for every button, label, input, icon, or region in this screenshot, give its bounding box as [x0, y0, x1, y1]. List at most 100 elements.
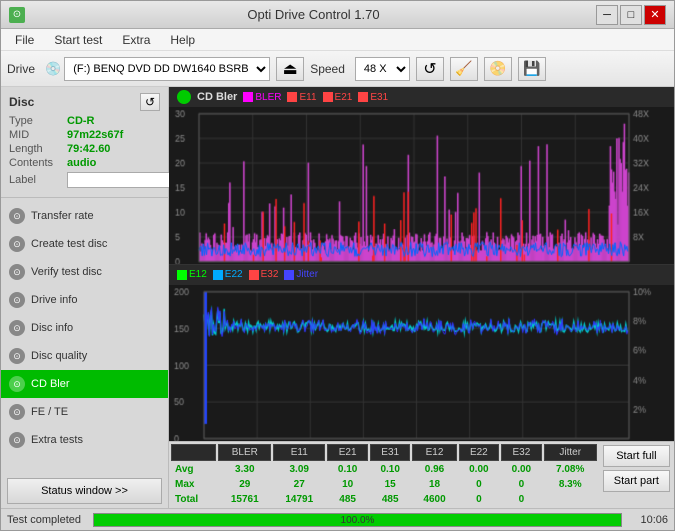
avg-e32: 0.00	[501, 463, 542, 476]
start-full-button[interactable]: Start full	[603, 445, 670, 467]
e12-label: E12	[189, 269, 207, 280]
right-panel: CD Bler BLER E11 E21	[169, 87, 674, 508]
th-e32: E32	[501, 444, 542, 461]
sidebar-item-label: Transfer rate	[31, 210, 94, 222]
menu-extra[interactable]: Extra	[112, 31, 160, 49]
menu-help[interactable]: Help	[160, 31, 205, 49]
avg-e21: 0.10	[327, 463, 368, 476]
disc-mid-label: MID	[9, 129, 67, 141]
sidebar-item-create-test-disc[interactable]: ⊙ Create test disc	[1, 230, 168, 258]
title-bar: ⊙ Opti Drive Control 1.70 ─ □ ✕	[1, 1, 674, 29]
avg-e31: 0.10	[370, 463, 411, 476]
disc-refresh-button[interactable]: ↺	[140, 93, 160, 111]
data-row: BLER E11 E21 E31 E12 E22 E32 Jitter	[169, 442, 674, 508]
disc-contents-value: audio	[67, 157, 96, 169]
e21-label: E21	[335, 92, 353, 103]
sidebar-item-drive-info[interactable]: ⊙ Drive info	[1, 286, 168, 314]
sidebar-item-label: Disc info	[31, 322, 73, 334]
chart2-canvas	[169, 285, 674, 442]
sidebar-item-extra-tests[interactable]: ⊙ Extra tests	[1, 426, 168, 454]
max-label: Max	[171, 478, 216, 491]
th-e21: E21	[327, 444, 368, 461]
sidebar: Disc ↺ Type CD-R MID 97m22s67f Length 79…	[1, 87, 169, 508]
legend-e21: E21	[323, 92, 353, 103]
maximize-button[interactable]: □	[620, 5, 642, 25]
menu-start-test[interactable]: Start test	[44, 31, 112, 49]
extra-tests-icon: ⊙	[9, 432, 25, 448]
max-e22: 0	[459, 478, 500, 491]
max-e21: 10	[327, 478, 368, 491]
max-jitter: 8.3%	[544, 478, 597, 491]
sidebar-item-cd-bler[interactable]: ⊙ CD Bler	[1, 370, 168, 398]
minimize-button[interactable]: ─	[596, 5, 618, 25]
th-e11: E11	[273, 444, 325, 461]
total-e32: 0	[501, 493, 542, 506]
e32-label: E32	[261, 269, 279, 280]
sidebar-item-disc-quality[interactable]: ⊙ Disc quality	[1, 342, 168, 370]
disc-quality-icon: ⊙	[9, 348, 25, 364]
create-test-disc-icon: ⊙	[9, 236, 25, 252]
chart1-icon	[177, 90, 191, 104]
e11-color	[287, 92, 297, 102]
max-e12: 18	[412, 478, 456, 491]
total-e22: 0	[459, 493, 500, 506]
disc-contents-label: Contents	[9, 157, 67, 169]
chart1-title: CD Bler	[197, 91, 237, 103]
max-bler: 29	[218, 478, 271, 491]
sidebar-item-disc-info[interactable]: ⊙ Disc info	[1, 314, 168, 342]
chart1-title-bar: CD Bler BLER E11 E21	[169, 87, 674, 107]
e11-label: E11	[299, 92, 316, 103]
disc-length-label: Length	[9, 143, 67, 155]
burn-button[interactable]: 📀	[484, 57, 512, 81]
sidebar-item-label: CD Bler	[31, 378, 70, 390]
fe-te-icon: ⊙	[9, 404, 25, 420]
e12-color	[177, 270, 187, 280]
legend-e32: E32	[249, 269, 279, 280]
total-bler: 15761	[218, 493, 271, 506]
menu-bar: File Start test Extra Help	[1, 29, 674, 51]
close-button[interactable]: ✕	[644, 5, 666, 25]
status-bar: Test completed 100.0% 10:06	[1, 508, 674, 530]
refresh-speed-button[interactable]: ↺	[416, 57, 444, 81]
th-empty	[171, 444, 216, 461]
disc-label-label: Label	[9, 174, 67, 186]
disc-type-value: CD-R	[67, 115, 95, 127]
cd-bler-icon: ⊙	[9, 376, 25, 392]
legend-jitter: Jitter	[284, 269, 318, 280]
erase-button[interactable]: 🧹	[450, 57, 478, 81]
disc-info-icon: ⊙	[9, 320, 25, 336]
legend-e22: E22	[213, 269, 243, 280]
verify-test-disc-icon: ⊙	[9, 264, 25, 280]
total-label: Total	[171, 493, 216, 506]
sidebar-item-label: Create test disc	[31, 238, 107, 250]
jitter-color	[284, 270, 294, 280]
start-part-button[interactable]: Start part	[603, 470, 670, 492]
legend-e11: E11	[287, 92, 316, 103]
bler-color	[243, 92, 253, 102]
chart1-canvas	[169, 107, 674, 265]
sidebar-item-label: Disc quality	[31, 350, 87, 362]
nav-items: ⊙ Transfer rate ⊙ Create test disc ⊙ Ver…	[1, 198, 168, 474]
sidebar-item-fe-te[interactable]: ⊙ FE / TE	[1, 398, 168, 426]
sidebar-item-label: FE / TE	[31, 406, 68, 418]
speed-select[interactable]: 48 X	[355, 57, 410, 81]
sidebar-item-label: Drive info	[31, 294, 77, 306]
total-e12: 4600	[412, 493, 456, 506]
sidebar-item-transfer-rate[interactable]: ⊙ Transfer rate	[1, 202, 168, 230]
eject-button[interactable]: ⏏	[276, 57, 304, 81]
e22-color	[213, 270, 223, 280]
avg-e12: 0.96	[412, 463, 456, 476]
save-button[interactable]: 💾	[518, 57, 546, 81]
progress-text: 100.0%	[94, 514, 621, 528]
main-window: ⊙ Opti Drive Control 1.70 ─ □ ✕ File Sta…	[0, 0, 675, 531]
drive-info-icon: ⊙	[9, 292, 25, 308]
status-window-button[interactable]: Status window >>	[7, 478, 162, 504]
chart2-wrapper: E12 E22 E32 Jitter	[169, 265, 674, 442]
th-e12: E12	[412, 444, 456, 461]
drive-select[interactable]: (F:) BENQ DVD DD DW1640 BSRB	[64, 57, 270, 81]
legend-bler: BLER	[243, 92, 281, 103]
bler-label: BLER	[255, 92, 281, 103]
menu-file[interactable]: File	[5, 31, 44, 49]
main-content: Disc ↺ Type CD-R MID 97m22s67f Length 79…	[1, 87, 674, 508]
sidebar-item-verify-test-disc[interactable]: ⊙ Verify test disc	[1, 258, 168, 286]
